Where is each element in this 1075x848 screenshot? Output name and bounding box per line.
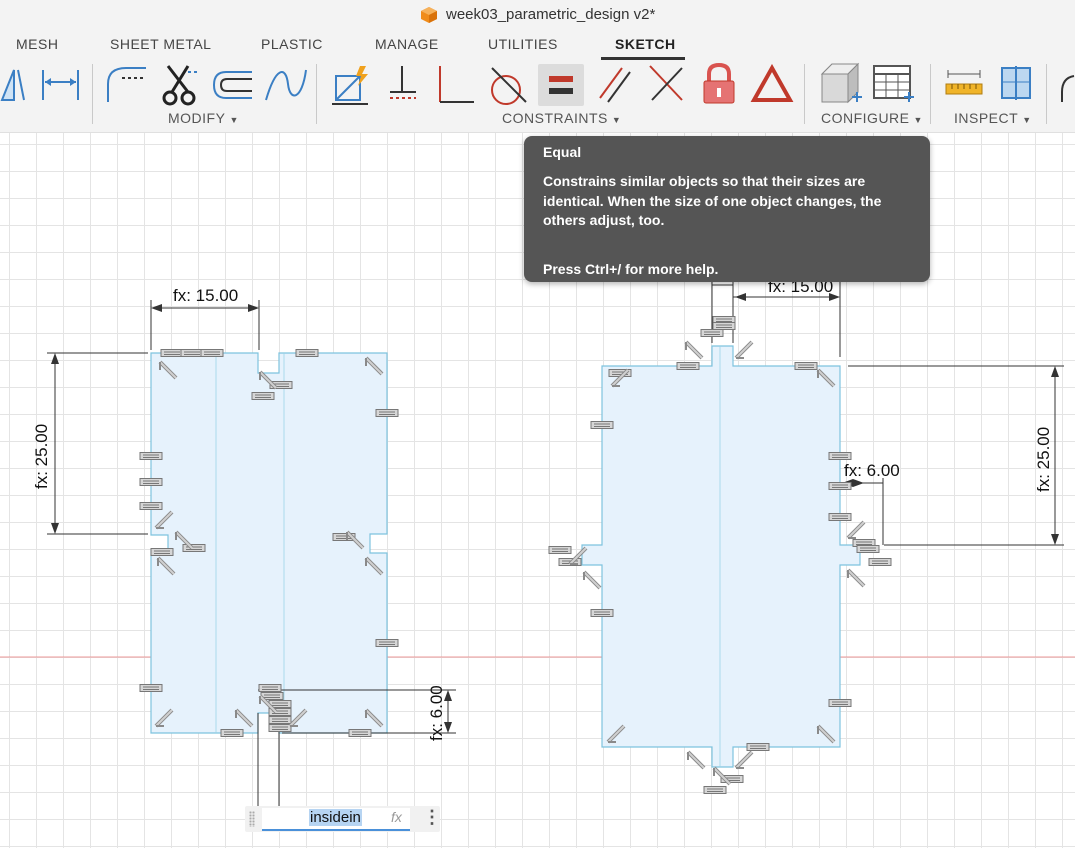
document-icon: [421, 7, 437, 23]
right-slot-label[interactable]: fx: 6.00: [844, 461, 900, 480]
offset-icon[interactable]: [104, 64, 148, 104]
inspect-menu[interactable]: INSPECT ▼: [954, 110, 1032, 126]
trim-icon[interactable]: [158, 64, 200, 108]
toolbar-separator: [316, 64, 317, 124]
fix-icon[interactable]: [330, 64, 374, 108]
tab-plastic[interactable]: PLASTIC: [261, 36, 323, 52]
right-profile[interactable]: [581, 345, 861, 768]
tab-manage[interactable]: MANAGE: [375, 36, 439, 52]
configure-label: CONFIGURE: [821, 110, 910, 126]
equal-icon: [549, 76, 573, 94]
right-height-dimension[interactable]: [848, 365, 1064, 546]
chevron-down-icon: ▼: [913, 115, 923, 125]
tooltip-title: Equal: [543, 144, 582, 160]
chevron-down-icon: ▼: [229, 115, 239, 125]
equal-tooltip: Equal Constrains similar objects so that…: [524, 136, 930, 282]
toolbar-separator: [804, 64, 805, 124]
constraints-menu[interactable]: CONSTRAINTS ▼: [502, 110, 621, 126]
tab-utilities[interactable]: UTILITIES: [488, 36, 558, 52]
equal-button[interactable]: [538, 64, 584, 106]
left-width-label[interactable]: fx: 15.00: [173, 286, 238, 305]
ribbon-tabs: MESH SHEET METAL PLASTIC MANAGE UTILITIE…: [0, 30, 1075, 60]
right-height-label[interactable]: fx: 25.00: [1034, 427, 1053, 492]
dimension-icon[interactable]: [40, 68, 82, 102]
box-icon[interactable]: [818, 62, 864, 108]
toolbar-separator: [1046, 64, 1047, 124]
tangent-icon[interactable]: [486, 64, 530, 108]
lock-icon[interactable]: [700, 62, 738, 106]
spline-icon[interactable]: [264, 64, 308, 104]
tab-mesh[interactable]: MESH: [16, 36, 58, 52]
parallel-icon[interactable]: [596, 64, 632, 104]
modify-menu[interactable]: MODIFY ▼: [168, 110, 239, 126]
measure-icon[interactable]: [944, 68, 984, 102]
coincident-icon[interactable]: [386, 64, 420, 108]
document-title: week03_parametric_design v2*: [446, 6, 656, 23]
dimension-input-value[interactable]: insidein: [309, 809, 362, 826]
constraints-label: CONSTRAINTS: [502, 110, 608, 126]
toolbar-separator: [930, 64, 931, 124]
tab-sheet-metal[interactable]: SHEET METAL: [110, 36, 211, 52]
triangle-icon[interactable]: [750, 64, 794, 104]
drag-handle-icon[interactable]: [249, 811, 255, 827]
left-width-dimension[interactable]: [150, 300, 260, 350]
inspect-label: INSPECT: [954, 110, 1019, 126]
left-height-label[interactable]: fx: 25.00: [32, 424, 51, 489]
more-options-icon[interactable]: ⋮: [423, 807, 441, 828]
perpendicular-icon[interactable]: [432, 64, 476, 108]
dimension-input[interactable]: insidein: [262, 808, 410, 831]
toolbar-separator: [92, 64, 93, 124]
left-height-dimension[interactable]: [47, 352, 148, 535]
tooltip-body: Constrains similar objects so that their…: [543, 173, 882, 228]
collinear-icon[interactable]: [646, 64, 686, 104]
left-slot-label[interactable]: fx: 6.00: [427, 685, 446, 741]
modify-label: MODIFY: [168, 110, 226, 126]
tab-sketch[interactable]: SKETCH: [615, 36, 676, 52]
chevron-down-icon: ▼: [1022, 115, 1032, 125]
title-bar: week03_parametric_design v2*: [0, 0, 1075, 30]
chevron-down-icon: ▼: [611, 115, 622, 125]
overflow-tool-icon[interactable]: [1058, 74, 1075, 104]
extend-icon[interactable]: [212, 70, 254, 100]
fx-button[interactable]: fx: [391, 809, 402, 825]
interference-icon[interactable]: [998, 64, 1034, 104]
configure-menu[interactable]: CONFIGURE ▼: [821, 110, 923, 126]
mirror-icon[interactable]: [0, 64, 32, 104]
table-icon[interactable]: [872, 64, 916, 104]
tooltip-help: Press Ctrl+/ for more help.: [543, 261, 719, 277]
dimension-input-box: insidein fx ⋮: [245, 806, 441, 832]
